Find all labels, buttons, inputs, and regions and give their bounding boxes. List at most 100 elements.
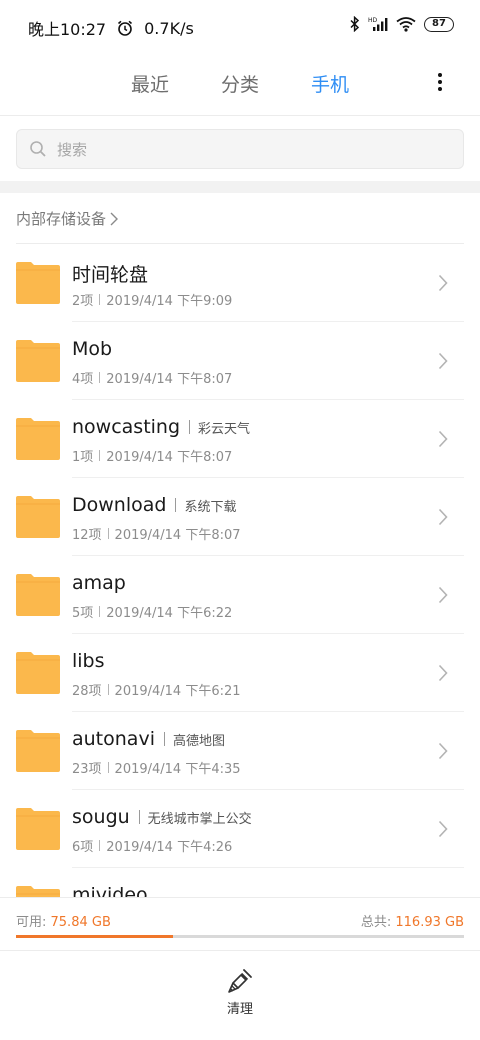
folder-row[interactable]: nowcasting 彩云天气 1项 2019/4/14 下午8:07: [0, 400, 480, 478]
folder-name-line: 时间轮盘: [72, 260, 148, 287]
search-input[interactable]: 搜索: [16, 129, 464, 169]
folder-icon: [16, 262, 60, 304]
clean-label: 清理: [226, 1002, 253, 1017]
meta-separator: [107, 684, 109, 695]
storage-available: 可用: 75.84 GB: [16, 911, 111, 930]
folder-name: Mob: [72, 338, 113, 360]
folder-row[interactable]: Mob 4项 2019/4/14 下午8:07: [0, 322, 480, 400]
folder-row[interactable]: Download 系统下载 12项 2019/4/14 下午8:07: [0, 478, 480, 556]
folder-row[interactable]: sougu 无线城市掌上公交 6项 2019/4/14 下午4:26: [0, 790, 480, 868]
folder-date: 2019/4/14 下午4:35: [114, 762, 241, 777]
folder-row[interactable]: mivideo: [0, 868, 480, 897]
tag-separator: [189, 420, 191, 434]
folder-tag: 无线城市掌上公交: [147, 811, 252, 827]
available-label: 可用:: [16, 915, 51, 930]
folder-name: autonavi: [72, 728, 155, 750]
folder-meta: 1项 2019/4/14 下午8:07: [72, 446, 232, 465]
folder-name: amap: [72, 572, 126, 594]
total-value: 116.93 GB: [395, 915, 464, 930]
meta-separator: [99, 450, 101, 461]
search-placeholder: 搜索: [57, 140, 88, 159]
chevron-right-icon: [438, 430, 448, 448]
folder-name-line: mivideo: [72, 884, 148, 897]
folder-item-count: 12项: [72, 528, 102, 543]
meta-separator: [99, 294, 101, 305]
meta-separator: [107, 528, 109, 539]
wifi-icon: [396, 17, 416, 32]
folder-meta: 5项 2019/4/14 下午6:22: [72, 602, 232, 621]
clean-button[interactable]: 清理: [210, 968, 270, 1022]
bluetooth-icon: [350, 16, 360, 32]
meta-separator: [99, 840, 101, 851]
folder-item-count: 1项: [72, 450, 94, 465]
status-left: 晚上10:27 0.7K/s: [28, 16, 194, 40]
signal-hd-label: HD: [368, 17, 378, 24]
folder-date: 2019/4/14 下午8:07: [106, 372, 233, 387]
folder-date: 2019/4/14 下午6:22: [106, 606, 233, 621]
folder-date: 2019/4/14 下午8:07: [106, 450, 233, 465]
folder-item-count: 4项: [72, 372, 94, 387]
tab-phone[interactable]: 手机: [311, 70, 349, 97]
tag-separator: [175, 498, 177, 512]
tag-separator: [163, 732, 165, 746]
folder-name-line: autonavi 高德地图: [72, 728, 225, 750]
folder-tag: 高德地图: [172, 733, 225, 749]
alarm-icon: [118, 20, 133, 36]
folder-icon: [16, 808, 60, 850]
available-value: 75.84 GB: [50, 915, 111, 930]
folder-name-line: nowcasting 彩云天气: [72, 416, 250, 438]
folder-name: sougu: [72, 806, 130, 828]
folder-name-line: sougu 无线城市掌上公交: [72, 806, 252, 828]
folder-icon: [16, 340, 60, 382]
folder-item-count: 2项: [72, 294, 94, 309]
tab-category[interactable]: 分类: [221, 70, 259, 97]
folder-row[interactable]: libs 28项 2019/4/14 下午6:21: [0, 634, 480, 712]
chevron-right-icon: [438, 586, 448, 604]
folder-date: 2019/4/14 下午8:07: [114, 528, 241, 543]
storage-total: 总共: 116.93 GB: [361, 911, 464, 930]
storage-bar-fill: [16, 935, 173, 938]
storage-panel: 可用: 75.84 GB 总共: 116.93 GB: [0, 897, 480, 951]
folder-item-count: 5项: [72, 606, 94, 621]
tab-recent[interactable]: 最近: [131, 70, 169, 97]
folder-meta: 12项 2019/4/14 下午8:07: [72, 524, 241, 543]
more-options-icon[interactable]: [430, 70, 450, 98]
clock-time: 晚上10:27: [28, 20, 107, 39]
folder-icon: [16, 496, 60, 538]
folder-icon: [16, 652, 60, 694]
chevron-right-icon: [438, 508, 448, 526]
storage-bar: [16, 935, 464, 938]
folder-row[interactable]: autonavi 高德地图 23项 2019/4/14 下午4:35: [0, 712, 480, 790]
folder-item-count: 28项: [72, 684, 102, 699]
meta-separator: [99, 372, 101, 383]
folder-item-count: 23项: [72, 762, 102, 777]
chevron-right-icon: [438, 820, 448, 838]
tag-separator: [138, 810, 140, 824]
folder-name-line: libs: [72, 650, 105, 672]
folder-name-line: Download 系统下载: [72, 494, 236, 516]
tab-bar: 最近 分类 手机: [0, 52, 480, 116]
chevron-right-icon: [438, 742, 448, 760]
folder-name: mivideo: [72, 884, 148, 897]
status-bar: 晚上10:27 0.7K/s HD 87: [0, 0, 480, 52]
folder-list: 时间轮盘 2项 2019/4/14 下午9:09 Mob 4项 2019/4/1…: [0, 244, 480, 897]
breadcrumb[interactable]: 内部存储设备: [16, 208, 119, 229]
chevron-right-icon: [438, 274, 448, 292]
folder-item-count: 6项: [72, 840, 94, 855]
folder-meta: 6项 2019/4/14 下午4:26: [72, 836, 232, 855]
meta-separator: [99, 606, 101, 617]
folder-meta: 23项 2019/4/14 下午4:35: [72, 758, 241, 777]
folder-name: libs: [72, 650, 105, 672]
signal-icon: HD: [368, 17, 388, 31]
folder-meta: 28项 2019/4/14 下午6:21: [72, 680, 241, 699]
meta-separator: [107, 762, 109, 773]
folder-row[interactable]: amap 5项 2019/4/14 下午6:22: [0, 556, 480, 634]
folder-icon: [16, 574, 60, 616]
folder-date: 2019/4/14 下午4:26: [106, 840, 233, 855]
folder-row[interactable]: 时间轮盘 2项 2019/4/14 下午9:09: [0, 244, 480, 322]
folder-name-line: Mob: [72, 338, 112, 360]
chevron-right-icon: [438, 352, 448, 370]
battery-indicator: 87: [424, 16, 454, 32]
folder-name: Download: [72, 494, 167, 516]
folder-meta: 2项 2019/4/14 下午9:09: [72, 290, 232, 309]
